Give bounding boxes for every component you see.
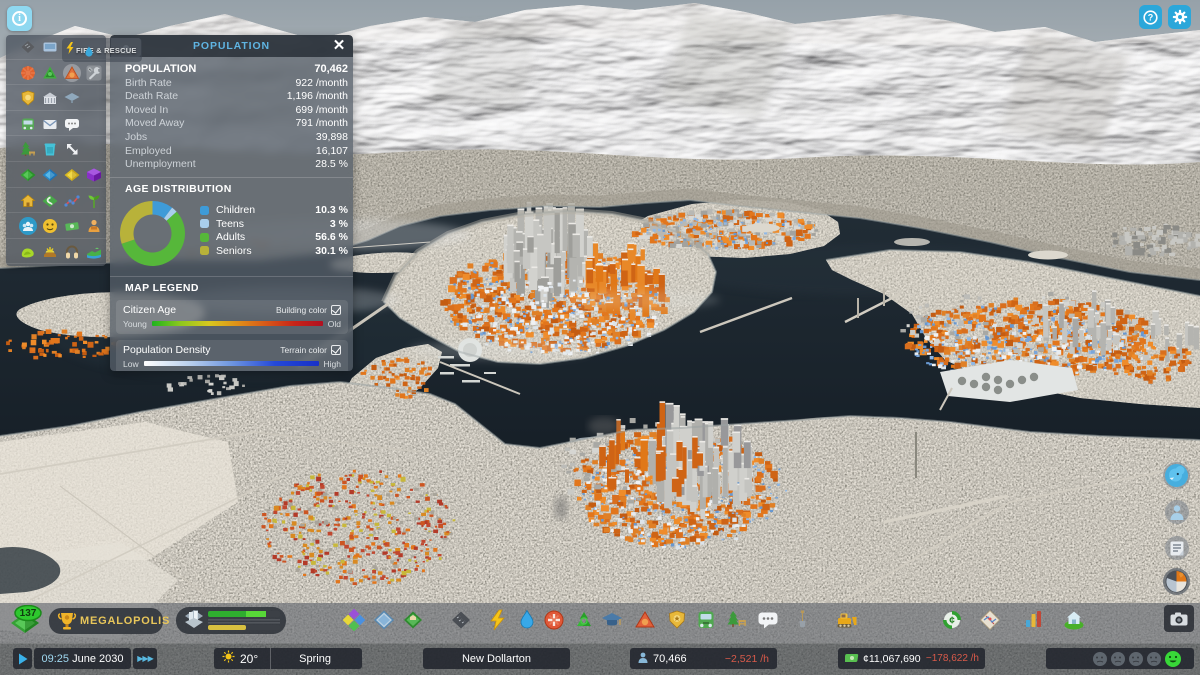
svg-text:?: ?: [1148, 12, 1154, 22]
svg-text:¢: ¢: [949, 616, 955, 627]
svg-text:137: 137: [20, 608, 37, 619]
